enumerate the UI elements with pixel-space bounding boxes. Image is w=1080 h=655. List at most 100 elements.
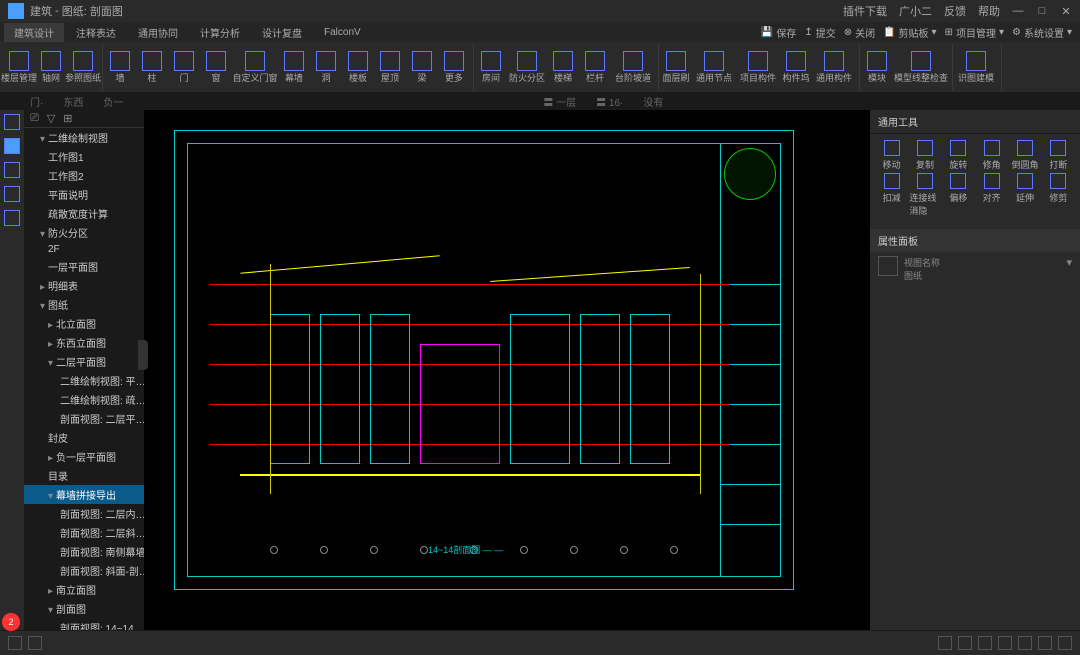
fillet-tool[interactable]: 倒圆角 — [1009, 140, 1040, 171]
opening-button[interactable]: 洞 — [311, 44, 341, 90]
tab-collab[interactable]: 通用协同 — [128, 23, 188, 42]
tree-sort-icon[interactable]: ⊞ — [63, 112, 72, 125]
tree-item[interactable]: 剖面视图: 斜面-剖… — [24, 561, 144, 580]
tree-item[interactable]: 工作图2 — [24, 166, 144, 185]
coord-icon[interactable] — [1058, 636, 1072, 650]
tree-item[interactable]: ▸南立面图 — [24, 580, 144, 599]
maximize-button[interactable]: □ — [1036, 5, 1048, 17]
ramp-button[interactable]: 台阶坡道 — [612, 44, 654, 90]
plugin-download-link[interactable]: 插件下载 — [843, 3, 887, 19]
dl-icon[interactable] — [28, 636, 42, 650]
viewtab-5[interactable]: 〓 16· — [596, 94, 623, 109]
rotate-tool[interactable]: 旋转 — [943, 140, 974, 171]
tree-item[interactable]: 封皮 — [24, 428, 144, 447]
subtract-tool[interactable]: 扣减 — [876, 173, 907, 217]
save-button[interactable]: 💾 保存 — [761, 25, 796, 40]
layer-icon[interactable] — [978, 636, 992, 650]
tab-building-design[interactable]: 建筑设计 — [4, 23, 64, 42]
project-part-button[interactable]: 项目构件 — [737, 44, 779, 90]
tree-item[interactable]: ▾二层平面图 — [24, 352, 144, 371]
rail-sheet-icon[interactable] — [4, 162, 20, 178]
tree-group-sheets[interactable]: ▾图纸 — [24, 295, 144, 314]
tab-review[interactable]: 设计复盘 — [252, 23, 312, 42]
viewtab-1[interactable]: 门· — [30, 94, 43, 109]
tree-item[interactable]: ▾剖面图 — [24, 599, 144, 618]
tree-item[interactable]: 一层平面图 — [24, 257, 144, 276]
tree-item[interactable]: ▸负一层平面图 — [24, 447, 144, 466]
viewtab-4[interactable]: 〓 一层 — [543, 94, 576, 109]
stair-button[interactable]: 楼梯 — [548, 44, 578, 90]
tree-item[interactable]: ▸北立面图 — [24, 314, 144, 333]
align-tool[interactable]: 对齐 — [976, 173, 1007, 217]
rail-layer-icon[interactable] — [4, 210, 20, 226]
generic-node-button[interactable]: 通用节点 — [693, 44, 735, 90]
system-settings-button[interactable]: ⚙ 系统设置 ▾ — [1012, 25, 1072, 40]
beam-button[interactable]: 梁 — [407, 44, 437, 90]
viewtab-3[interactable]: 负一 — [103, 94, 123, 109]
project-mgmt-button[interactable]: ⊞ 项目管理 ▾ — [945, 25, 1004, 40]
more-button[interactable]: 更多 — [439, 44, 469, 90]
submit-button[interactable]: ↥ 提交 — [804, 25, 835, 40]
module-button[interactable]: 模块 — [862, 44, 892, 90]
firezone-button[interactable]: 防火分区 — [508, 44, 546, 90]
break-tool[interactable]: 打断 — [1043, 140, 1074, 171]
wall-button[interactable]: 墙 — [105, 44, 135, 90]
copy-tool[interactable]: 复制 — [909, 140, 940, 171]
model-check-button[interactable]: 模型线整检查 — [894, 44, 948, 90]
rail-link-icon[interactable] — [4, 186, 20, 202]
tab-annotation[interactable]: 注释表达 — [66, 23, 126, 42]
custom-opening-button[interactable]: 自定义门窗 — [233, 44, 277, 90]
tree-item[interactable]: 二维绘制视图: 疏… — [24, 390, 144, 409]
chamfer-tool[interactable]: 修角 — [976, 140, 1007, 171]
tree-item[interactable]: 疏散宽度计算 — [24, 204, 144, 223]
tree-item[interactable]: 二维绘制视图: 平… — [24, 371, 144, 390]
tree-item[interactable]: 目录 — [24, 466, 144, 485]
zoom-icon[interactable] — [1038, 636, 1052, 650]
tab-falconv[interactable]: FalconV — [314, 25, 371, 40]
part-dock-button[interactable]: 构件坞 — [781, 44, 811, 90]
tree-search-icon[interactable]: ▽ — [47, 112, 55, 125]
slab-button[interactable]: 楼板 — [343, 44, 373, 90]
close-doc-button[interactable]: ⊗ 关闭 — [844, 25, 875, 40]
tree-group-schedule[interactable]: ▸明细表 — [24, 276, 144, 295]
feedback-link[interactable]: 反馈 — [944, 3, 966, 19]
tree-item[interactable]: ▸东西立面图 — [24, 333, 144, 352]
tree-group-firezone[interactable]: ▾防火分区 — [24, 223, 144, 242]
chevron-down-icon[interactable]: ▾ — [1066, 256, 1072, 282]
tree-item[interactable]: 剖面视图: 二层平… — [24, 409, 144, 428]
tree-filter-icon[interactable]: ⎚ — [30, 112, 39, 125]
snap-icon[interactable] — [938, 636, 952, 650]
cloud-icon[interactable] — [8, 636, 22, 650]
window-button[interactable]: 窗 — [201, 44, 231, 90]
curtainwall-button[interactable]: 幕墙 — [279, 44, 309, 90]
room-button[interactable]: 房间 — [476, 44, 506, 90]
rail-view-icon[interactable] — [4, 138, 20, 154]
tree-item[interactable]: 剖面视图: 14~14… — [24, 618, 144, 630]
viewtab-6[interactable]: 没有 — [643, 94, 663, 109]
tree-group-2dviews[interactable]: ▾二维绘制视图 — [24, 128, 144, 147]
tree-item-selected[interactable]: ▾幕墙拼接导出 — [24, 485, 144, 504]
tree-item[interactable]: 平面说明 — [24, 185, 144, 204]
move-tool[interactable]: 移动 — [876, 140, 907, 171]
view-icon[interactable] — [1018, 636, 1032, 650]
extend-tool[interactable]: 延伸 — [1009, 173, 1040, 217]
roof-button[interactable]: 屋顶 — [375, 44, 405, 90]
panel-handle-left[interactable] — [138, 340, 148, 370]
clipboard-button[interactable]: 📋 剪贴板 ▾ — [883, 25, 936, 40]
minimize-button[interactable]: — — [1012, 5, 1024, 17]
viewtab-2[interactable]: 东西 — [63, 94, 83, 109]
tree-item[interactable]: 剖面视图: 二层斜… — [24, 523, 144, 542]
railing-button[interactable]: 栏杆 — [580, 44, 610, 90]
tab-analysis[interactable]: 计算分析 — [190, 23, 250, 42]
property-row[interactable]: 视图名称 图纸 ▾ — [870, 252, 1080, 286]
grid-snap-icon[interactable] — [998, 636, 1012, 650]
trim-tool[interactable]: 修剪 — [1043, 173, 1074, 217]
column-button[interactable]: 柱 — [137, 44, 167, 90]
finish-brush-button[interactable]: 面层刷 — [661, 44, 691, 90]
tree-item[interactable]: 剖面视图: 南侧幕墙 — [24, 542, 144, 561]
door-button[interactable]: 门 — [169, 44, 199, 90]
generic-part-button[interactable]: 通用构件 — [813, 44, 855, 90]
offset-tool[interactable]: 偏移 — [943, 173, 974, 217]
img-to-model-button[interactable]: 识图建模 — [955, 44, 997, 90]
ortho-icon[interactable] — [958, 636, 972, 650]
